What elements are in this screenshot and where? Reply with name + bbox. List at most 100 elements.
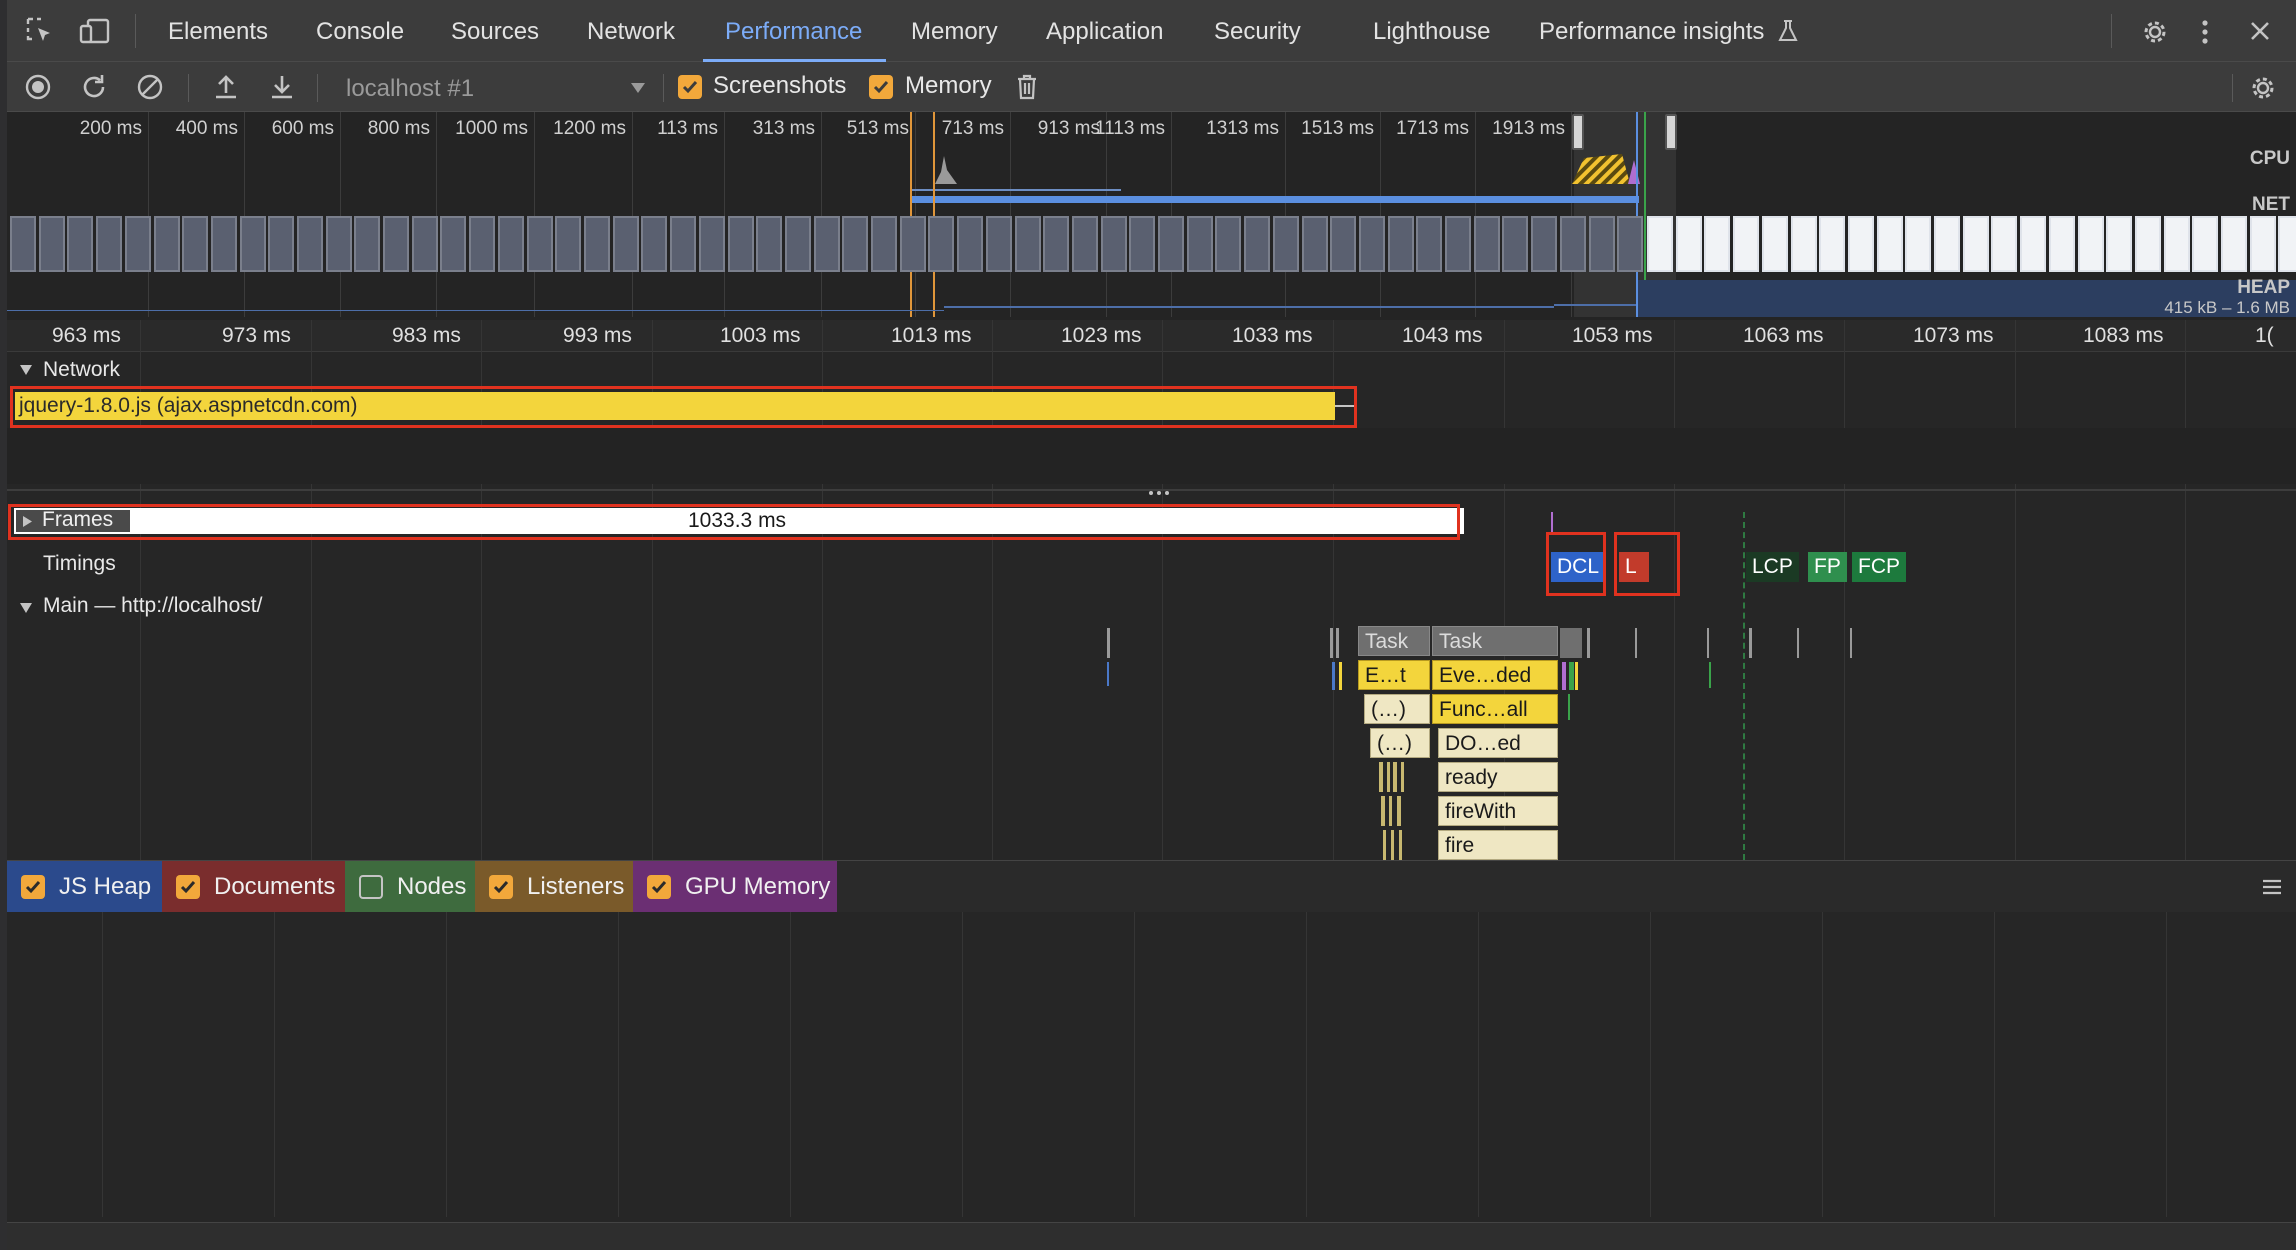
screenshot-thumbnail[interactable] [326,216,352,272]
tab-security[interactable]: Security [1214,0,1301,62]
tab-sources[interactable]: Sources [451,0,539,62]
screenshot-thumbnail[interactable] [10,216,36,272]
counter-js-heap[interactable]: JS Heap [7,861,162,913]
screenshot-thumbnail[interactable] [1676,216,1702,272]
settings-gear-icon[interactable] [2138,15,2172,49]
screenshot-thumbnail[interactable] [1905,216,1931,272]
screenshot-thumbnail[interactable] [383,216,409,272]
dom-content-loaded-block[interactable]: DO…ed [1438,728,1558,758]
screenshot-thumbnail[interactable] [1589,216,1615,272]
screenshot-thumbnail[interactable] [1359,216,1385,272]
counter-nodes[interactable]: Nodes [345,861,475,913]
screenshot-thumbnail[interactable] [1502,216,1528,272]
download-icon[interactable] [267,72,297,102]
memory-checkbox[interactable] [869,75,893,99]
screenshot-thumbnail[interactable] [2106,216,2132,272]
screenshot-thumbnail[interactable] [1416,216,1442,272]
documents-checkbox[interactable] [176,875,200,899]
gpu-memory-checkbox[interactable] [647,875,671,899]
screenshot-thumbnail[interactable] [2192,216,2218,272]
screenshot-thumbnail[interactable] [928,216,954,272]
fp-marker[interactable]: FP [1808,552,1847,582]
selection-handle-left[interactable] [1572,114,1584,150]
screenshot-thumbnail[interactable] [1733,216,1759,272]
listeners-checkbox[interactable] [489,875,513,899]
screenshot-thumbnail[interactable] [728,216,754,272]
screenshot-thumbnail[interactable] [2049,216,2075,272]
counter-listeners[interactable]: Listeners [475,861,633,913]
event-block[interactable]: Eve…ded [1432,660,1558,690]
screenshot-thumbnail[interactable] [2078,216,2104,272]
splitter-grip-icon[interactable] [1148,490,1170,496]
screenshot-thumbnail[interactable] [1474,216,1500,272]
record-icon[interactable] [23,72,53,102]
tab-lighthouse[interactable]: Lighthouse [1373,0,1490,62]
main-expand-icon[interactable] [19,602,33,614]
fcp-marker[interactable]: FCP [1852,552,1906,582]
screenshot-thumbnail[interactable] [440,216,466,272]
screenshot-thumbnail[interactable] [1963,216,1989,272]
function-call-block[interactable]: Func…all [1432,694,1558,724]
anonymous-function-block[interactable]: (…) [1364,694,1430,724]
fire-block[interactable]: fire [1438,830,1558,860]
screenshots-label[interactable]: Screenshots [713,72,846,100]
tab-memory[interactable]: Memory [911,0,998,62]
screenshot-thumbnail[interactable] [125,216,151,272]
screenshot-thumbnail[interactable] [1330,216,1356,272]
firewith-block[interactable]: fireWith [1438,796,1558,826]
screenshot-thumbnail[interactable] [1617,216,1643,272]
screenshot-thumbnail[interactable] [1015,216,1041,272]
ready-block[interactable]: ready [1438,762,1558,792]
counter-gpu-memory[interactable]: GPU Memory [633,861,837,913]
screenshot-thumbnail[interactable] [240,216,266,272]
screenshot-thumbnail[interactable] [814,216,840,272]
screenshot-thumbnail[interactable] [1388,216,1414,272]
js-heap-checkbox[interactable] [21,875,45,899]
screenshots-checkbox[interactable] [678,75,702,99]
task-block[interactable]: Task [1358,626,1430,656]
screenshot-thumbnail[interactable] [1934,216,1960,272]
screenshot-thumbnail[interactable] [1215,216,1241,272]
screenshot-thumbnail[interactable] [297,216,323,272]
screenshot-thumbnail[interactable] [1187,216,1213,272]
clear-icon[interactable] [135,72,165,102]
anonymous-function-block[interactable]: (…) [1370,728,1430,758]
tab-network[interactable]: Network [587,0,675,62]
screenshot-thumbnail[interactable] [354,216,380,272]
screenshot-thumbnail[interactable] [1302,216,1328,272]
screenshot-thumbnail[interactable] [2221,216,2247,272]
screenshot-thumbnail[interactable] [1531,216,1557,272]
screenshot-thumbnail[interactable] [1877,216,1903,272]
screenshot-thumbnail[interactable] [1043,216,1069,272]
device-toolbar-icon[interactable] [77,15,115,47]
timeline-overview[interactable]: 200 ms 400 ms 600 ms 800 ms 1000 ms 1200 ms 11… [7,112,2296,320]
screenshot-thumbnail[interactable] [842,216,868,272]
screenshot-thumbnail[interactable] [1072,216,1098,272]
screenshot-thumbnail[interactable] [1244,216,1270,272]
event-block[interactable]: E…t [1358,660,1430,690]
screenshot-thumbnail[interactable] [1991,216,2017,272]
screenshot-thumbnail[interactable] [498,216,524,272]
screenshot-thumbnail[interactable] [1848,216,1874,272]
nodes-checkbox[interactable] [359,875,383,899]
screenshot-thumbnail[interactable] [699,216,725,272]
counter-documents[interactable]: Documents [162,861,345,913]
screenshot-thumbnail[interactable] [268,216,294,272]
screenshot-thumbnail[interactable] [469,216,495,272]
screenshot-thumbnail[interactable] [1273,216,1299,272]
screenshot-thumbnail[interactable] [1445,216,1471,272]
screenshot-thumbnail[interactable] [527,216,553,272]
screenshot-thumbnail[interactable] [957,216,983,272]
screenshot-thumbnail[interactable] [211,216,237,272]
screenshot-thumbnail[interactable] [613,216,639,272]
screenshot-thumbnail[interactable] [756,216,782,272]
screenshot-thumbnail[interactable] [584,216,610,272]
screenshot-thumbnail[interactable] [1647,216,1673,272]
task-block[interactable]: Task [1432,626,1558,656]
tab-console[interactable]: Console [316,0,404,62]
tab-performance-insights[interactable]: Performance insights [1539,0,1764,62]
screenshot-thumbnail[interactable] [1791,216,1817,272]
tab-elements[interactable]: Elements [168,0,268,62]
screenshot-thumbnail[interactable] [641,216,667,272]
screenshot-thumbnail[interactable] [2278,216,2296,272]
